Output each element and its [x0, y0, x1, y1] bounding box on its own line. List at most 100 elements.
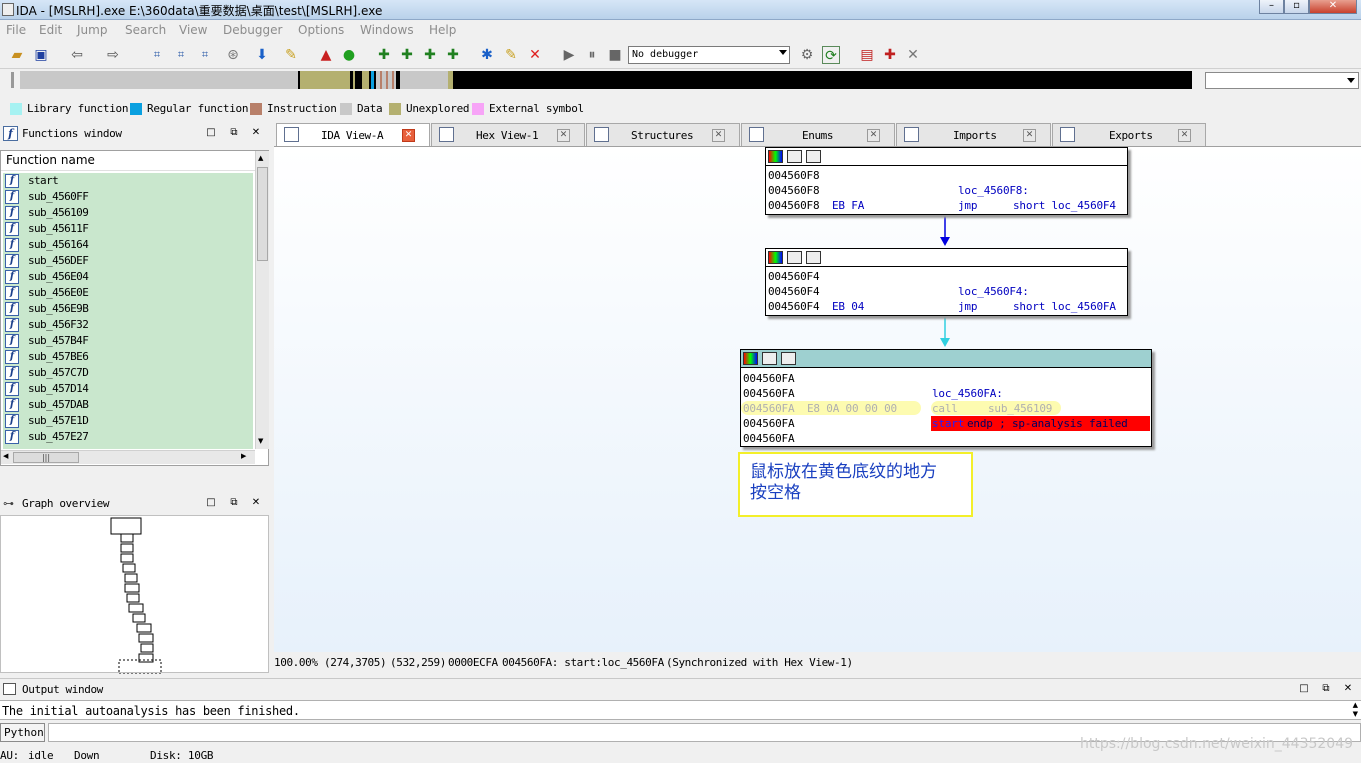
python-button[interactable]: Python [0, 723, 45, 742]
switch-debugger-icon[interactable]: ⟳ [822, 46, 840, 64]
add-code-icon[interactable]: ✚ [375, 46, 393, 64]
list-item[interactable]: f sub_456E0E [3, 285, 253, 301]
horizontal-scrollbar[interactable]: ◀ ||| ▶ [1, 450, 255, 464]
add-breakpoint-icon[interactable]: ✚ [881, 46, 899, 64]
list-item[interactable]: f sub_456109 [3, 205, 253, 221]
output-scroll-icon[interactable]: ▲ ▼ [1353, 701, 1358, 719]
graph-view[interactable]: 004560F8 004560F8 loc_4560F8: 004560F8 E… [274, 146, 1361, 652]
close-tab-icon[interactable]: ✕ [1178, 129, 1191, 142]
menu-view[interactable]: View [179, 23, 207, 37]
restore-pane-icon[interactable]: □ [205, 127, 217, 139]
debugger-select[interactable]: No debugger [628, 46, 790, 64]
scroll-down-icon[interactable]: ▼ [258, 437, 263, 445]
tab-ida-view-a[interactable]: IDA View-A ✕ [276, 123, 430, 147]
open-icon[interactable]: ▰ [8, 46, 26, 64]
stop-icon[interactable]: ■ [606, 46, 624, 64]
attach-icon[interactable]: ⚙ [798, 46, 816, 64]
menu-search[interactable]: Search [125, 23, 166, 37]
back-icon[interactable]: ⇦ [68, 46, 86, 64]
breakpoint-list-icon[interactable]: ▤ [858, 46, 876, 64]
pause-icon[interactable]: ⏸ [583, 46, 601, 64]
tab-exports[interactable]: Exports ✕ [1052, 123, 1206, 146]
list-item[interactable]: f sub_45611F [3, 221, 253, 237]
close-pane-icon[interactable]: ✕ [1342, 683, 1354, 695]
tab-structures[interactable]: Structures ✕ [586, 123, 740, 146]
group-icon[interactable] [806, 251, 821, 264]
list-item[interactable]: f sub_457E27 [3, 429, 253, 445]
rename-icon[interactable] [787, 150, 802, 163]
tab-enums[interactable]: Enums ✕ [741, 123, 895, 146]
close-tab-icon[interactable]: ✕ [712, 129, 725, 142]
sequence-icon[interactable]: ⊛ [224, 46, 242, 64]
nav-combo[interactable] [1205, 72, 1359, 89]
color-icon[interactable] [768, 251, 783, 264]
list-item[interactable]: f sub_456E04 [3, 269, 253, 285]
scroll-left-icon[interactable]: ◀ [3, 452, 8, 460]
vertical-scrollbar[interactable]: ▲ ▼ [255, 151, 269, 449]
rename-icon[interactable] [762, 352, 777, 365]
scroll-up-icon[interactable]: ▲ [258, 154, 263, 162]
scroll-thumb[interactable] [257, 167, 268, 261]
scroll-thumb[interactable]: ||| [13, 452, 79, 463]
graph-overview[interactable] [0, 515, 269, 675]
mark-icon[interactable]: ✎ [282, 46, 300, 64]
close-tab-icon[interactable]: ✕ [402, 129, 415, 142]
menu-file[interactable]: File [6, 23, 26, 37]
menu-jump[interactable]: Jump [77, 23, 107, 37]
tab-imports[interactable]: Imports ✕ [896, 123, 1051, 146]
asterisk-icon[interactable]: ✱ [478, 46, 496, 64]
jump-down-icon[interactable]: ⬇ [253, 46, 271, 64]
forward-icon[interactable]: ⇨ [104, 46, 122, 64]
list-item[interactable]: f start [3, 173, 253, 189]
graph-node-loc-4560fa[interactable]: 004560FA 004560FA loc_4560FA: 004560FA E… [740, 349, 1152, 447]
minimize-button[interactable]: – [1259, 0, 1284, 14]
maximize-button[interactable]: ▫ [1284, 0, 1309, 14]
menu-help[interactable]: Help [429, 23, 456, 37]
float-pane-icon[interactable]: ⧉ [228, 497, 240, 509]
rename-icon[interactable] [787, 251, 802, 264]
list-item[interactable]: f sub_457E1D [3, 413, 253, 429]
list-item[interactable]: f sub_457BE6 [3, 349, 253, 365]
menu-debugger[interactable]: Debugger [223, 23, 282, 37]
list-item[interactable]: f sub_456E9B [3, 301, 253, 317]
scroll-right-icon[interactable]: ▶ [241, 452, 246, 460]
delete-icon[interactable]: ✕ [526, 46, 544, 64]
add-struct-icon[interactable]: ✚ [444, 46, 462, 64]
close-button[interactable]: ✕ [1309, 0, 1357, 14]
add-data-icon[interactable]: ✚ [398, 46, 416, 64]
graph-node-loc-4560f4[interactable]: 004560F4 004560F4 loc_4560F4: 004560F4 E… [765, 248, 1128, 316]
restore-pane-icon[interactable]: □ [1298, 683, 1310, 695]
status-ok-icon[interactable]: ● [340, 46, 358, 64]
close-pane-icon[interactable]: ✕ [250, 497, 262, 509]
close-pane-icon[interactable]: ✕ [250, 127, 262, 139]
save-icon[interactable]: ▣ [32, 46, 50, 64]
remove-breakpoint-icon[interactable]: ✕ [904, 46, 922, 64]
restore-pane-icon[interactable]: □ [205, 497, 217, 509]
color-icon[interactable] [768, 150, 783, 163]
close-tab-icon[interactable]: ✕ [557, 129, 570, 142]
list-item[interactable]: f sub_457B4F [3, 333, 253, 349]
graph-alert-icon[interactable]: ▲ [317, 46, 335, 64]
list-item[interactable]: f sub_456F32 [3, 317, 253, 333]
list-item[interactable]: f sub_457D14 [3, 381, 253, 397]
navigation-band[interactable] [20, 71, 1192, 89]
text-search-icon[interactable]: ⌗ [172, 46, 190, 64]
menu-options[interactable]: Options [298, 23, 344, 37]
run-icon[interactable]: ▶ [560, 46, 578, 64]
close-tab-icon[interactable]: ✕ [867, 129, 880, 142]
menu-windows[interactable]: Windows [360, 23, 414, 37]
menu-edit[interactable]: Edit [39, 23, 62, 37]
color-icon[interactable] [743, 352, 758, 365]
close-tab-icon[interactable]: ✕ [1023, 129, 1036, 142]
list-item[interactable]: f sub_456DEF [3, 253, 253, 269]
list-item[interactable]: f sub_457DAB [3, 397, 253, 413]
list-item[interactable]: f sub_4560FF [3, 189, 253, 205]
float-pane-icon[interactable]: ⧉ [228, 127, 240, 139]
edit-icon[interactable]: ✎ [502, 46, 520, 64]
list-item[interactable]: f sub_457C7D [3, 365, 253, 381]
column-header-function-name[interactable]: Function name [1, 151, 255, 171]
graph-node-loc-4560f8[interactable]: 004560F8 004560F8 loc_4560F8: 004560F8 E… [765, 147, 1128, 215]
output-text-area[interactable]: The initial autoanalysis has been finish… [0, 700, 1361, 720]
binary-search-icon[interactable]: ⌗ [148, 46, 166, 64]
float-pane-icon[interactable]: ⧉ [1320, 683, 1332, 695]
